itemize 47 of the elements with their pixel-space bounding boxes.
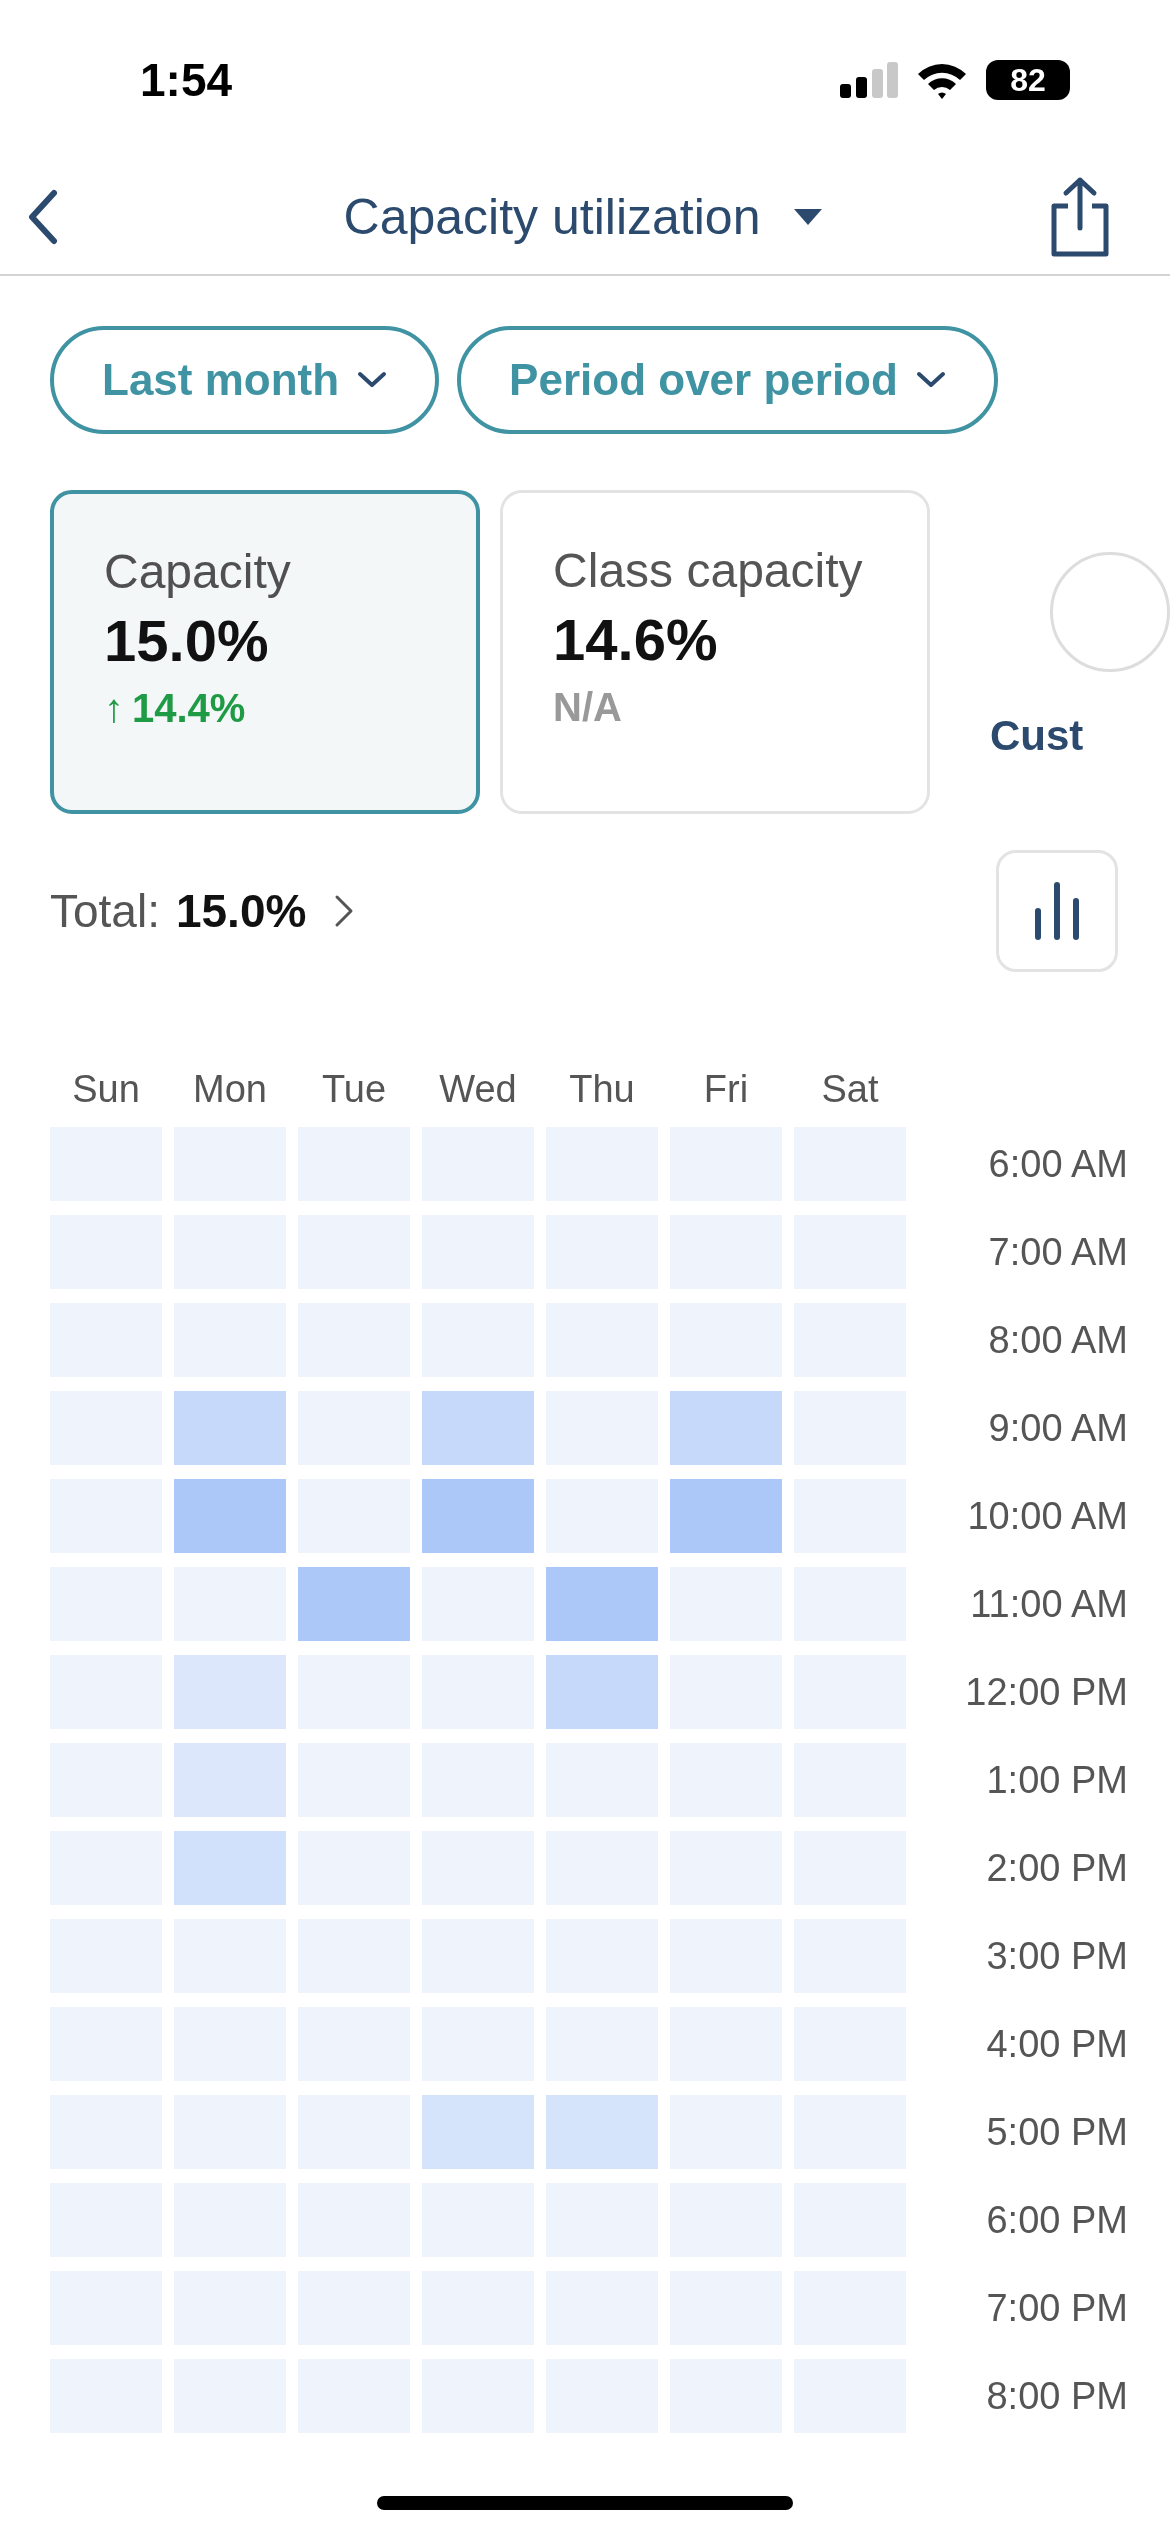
metric-value: 14.6%: [553, 606, 719, 673]
time-label: 5:00 PM: [985, 2110, 1128, 2154]
signal-icon: [840, 62, 898, 98]
wifi-icon: [916, 61, 968, 99]
time-label: 8:00 PM: [985, 2374, 1128, 2418]
caret-icon: [794, 209, 823, 225]
battery-icon: 82: [986, 60, 1070, 100]
time-label: 3:00 PM: [985, 1934, 1128, 1978]
chevron-down-icon: [915, 371, 946, 389]
time-label: 7:00 AM: [987, 1230, 1128, 1274]
metric-link[interactable]: Cust: [990, 712, 1084, 760]
metric-label: Capacity: [104, 544, 292, 599]
title-dropdown[interactable]: Capacity utilization: [343, 188, 823, 246]
chart-view-button[interactable]: [996, 850, 1118, 972]
time-label: 1:00 PM: [985, 1758, 1128, 1802]
back-icon[interactable]: [28, 189, 58, 245]
status-time: 1:54: [140, 53, 233, 107]
bar-chart-icon: [1032, 881, 1082, 941]
day-label: Fri: [702, 1068, 750, 1111]
time-label: 2:00 PM: [985, 1846, 1128, 1890]
metric-card[interactable]: Capacity 15.0% ↑ 14.4%: [50, 490, 481, 814]
time-label: 10:00 AM: [966, 1494, 1128, 1538]
chevron-down-icon: [357, 371, 388, 389]
time-label: 9:00 AM: [987, 1406, 1128, 1450]
time-label: 4:00 PM: [985, 2022, 1128, 2066]
filter-dropdown[interactable]: Last month: [50, 326, 440, 434]
metric-value: 15.0%: [104, 607, 270, 674]
metric-change: N/A: [553, 685, 622, 730]
metric-change: 14.4%: [132, 686, 246, 731]
up-arrow-icon: ↑: [104, 686, 124, 731]
day-label: Wed: [438, 1068, 518, 1111]
total-link[interactable]: Total: 15.0%: [50, 884, 355, 938]
time-label: 12:00 PM: [964, 1670, 1128, 1714]
metric-card[interactable]: Class capacity 14.6% N/A: [500, 490, 930, 814]
time-label: 8:00 AM: [987, 1318, 1128, 1362]
chevron-right-icon: [334, 894, 355, 928]
day-label: Sat: [820, 1068, 880, 1111]
filter-dropdown[interactable]: Period over period: [457, 326, 998, 434]
time-label: 11:00 AM: [969, 1582, 1128, 1626]
day-label: Sun: [71, 1068, 141, 1111]
time-label: 6:00 PM: [985, 2198, 1128, 2242]
day-label: Tue: [320, 1068, 388, 1111]
time-label: 7:00 PM: [985, 2286, 1128, 2330]
metric-label: Class capacity: [553, 543, 864, 598]
day-label: Mon: [192, 1068, 268, 1111]
time-label: 6:00 AM: [987, 1142, 1128, 1186]
day-label: Thu: [568, 1068, 636, 1111]
